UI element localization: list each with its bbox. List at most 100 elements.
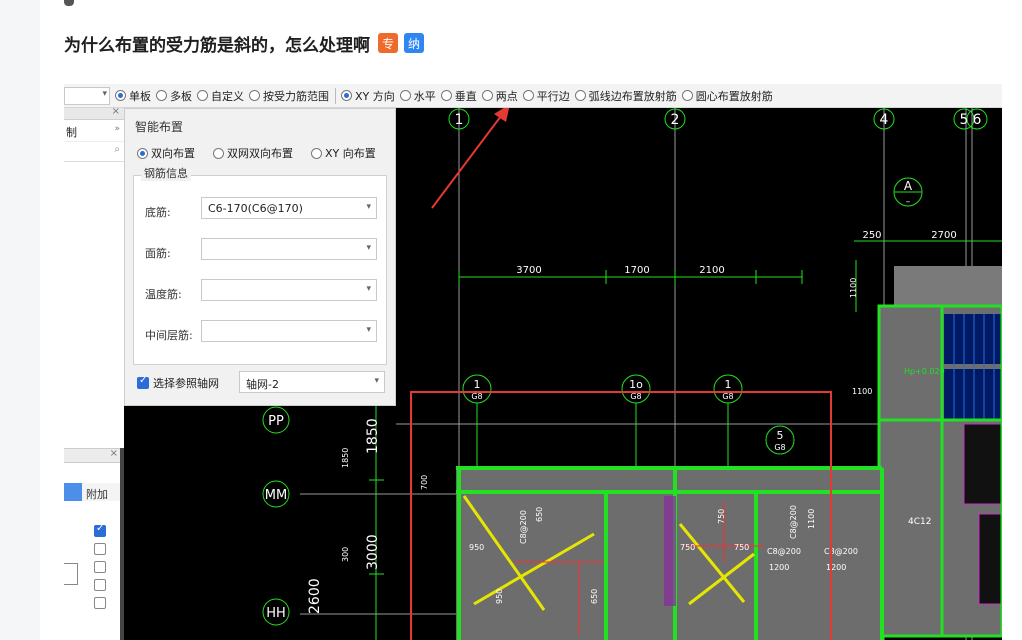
axis-bubble-label: 1 <box>474 378 481 391</box>
option-label: 两点 <box>495 89 518 103</box>
axis-label-top: 4 <box>880 112 889 128</box>
axis-bubble-sub: – <box>906 197 911 207</box>
axis-bubble-sub: G8 <box>774 443 785 452</box>
radio-icon <box>137 147 148 159</box>
attr-checkbox[interactable] <box>94 579 106 591</box>
mode-radio[interactable]: 双网双向布置 <box>213 145 293 161</box>
dimension-text: 1700 <box>624 265 649 276</box>
option-label: 按受力筋范围 <box>263 89 329 103</box>
option-radio[interactable]: 弧线边布置放射筋 <box>574 88 677 104</box>
rebar-label: 950 <box>469 543 484 552</box>
rebar-label: 650 <box>535 507 544 522</box>
small-dimension: 1100 <box>852 387 872 396</box>
axis-bubble-label: A <box>904 179 913 193</box>
radio-icon <box>522 90 534 101</box>
shaft <box>963 423 1002 505</box>
rebar-label: C8@200 <box>519 510 528 544</box>
checkbox-icon <box>137 375 149 389</box>
radio-icon <box>399 90 411 101</box>
bottom-rebar-select[interactable]: C6-170(C6@170) <box>201 197 377 219</box>
radio-icon <box>440 90 452 101</box>
dimension-text: 250 <box>862 230 881 241</box>
attribute-panel: × 附加 <box>64 448 120 640</box>
option-label: 垂直 <box>454 89 477 103</box>
question-title-row: 为什么布置的受力筋是斜的，怎么处理啊 专 纳 <box>64 30 424 56</box>
option-radio[interactable]: 水平 <box>399 88 436 104</box>
radio-icon <box>574 90 586 101</box>
option-radio[interactable]: XY 方向 <box>341 88 395 104</box>
axis-label-top: 6 <box>973 112 982 128</box>
panel-splitter[interactable] <box>120 448 124 640</box>
option-radio[interactable]: 按受力筋范围 <box>249 88 329 104</box>
option-label: 自定义 <box>211 89 244 103</box>
axis-label-top: 1 <box>455 112 464 128</box>
ref-axis-checkbox[interactable]: 选择参照轴网 <box>137 375 219 391</box>
option-radio[interactable]: 垂直 <box>440 88 477 104</box>
option-label: 圆心布置放射筋 <box>695 89 773 103</box>
expand-icon[interactable]: » <box>114 124 120 134</box>
attr-checkbox[interactable] <box>94 597 106 609</box>
axis-bubble-sub: G8 <box>471 392 482 401</box>
axis-label-left: HH <box>266 606 286 621</box>
question-title: 为什么布置的受力筋是斜的，怎么处理啊 <box>64 35 370 56</box>
middle-rebar-select[interactable] <box>201 320 377 342</box>
field-label: 温度筋: <box>145 288 182 301</box>
axis-label-left: PP <box>268 414 284 429</box>
rebar-label: 1200 <box>769 563 789 572</box>
option-radio[interactable]: 多板 <box>156 88 192 104</box>
mode-label: 双向布置 <box>151 147 195 160</box>
small-dimension: 1850 <box>341 448 350 468</box>
axis-bubble-label: 5 <box>777 429 784 442</box>
floor-select[interactable] <box>64 86 110 105</box>
tag-badge[interactable]: 纳 <box>404 33 424 53</box>
option-label: 平行边 <box>536 89 570 103</box>
left-panel-search[interactable]: ⌕ <box>64 142 124 162</box>
axis-label-left: MM <box>265 488 287 503</box>
rebar-label: 650 <box>590 589 599 604</box>
rebar-label: 750 <box>717 509 726 524</box>
tag-badge[interactable]: 专 <box>378 33 398 53</box>
panel-header: × <box>64 448 120 463</box>
radio-icon <box>311 147 322 159</box>
attr-checkbox[interactable] <box>94 561 106 573</box>
option-radio[interactable]: 自定义 <box>197 88 244 104</box>
rebar-label: C8@200 <box>767 547 801 556</box>
option-radio[interactable]: 圆心布置放射筋 <box>681 88 773 104</box>
top-marker <box>64 0 74 6</box>
axis-label-top: 2 <box>671 112 680 128</box>
axis-grid-select[interactable]: 轴网-2 <box>239 371 385 393</box>
close-icon[interactable]: × <box>110 448 118 459</box>
option-toolbar: 单板 多板 自定义 按受力筋范围 XY 方向 水平 垂直 两点 平行边 弧线边布… <box>64 84 1002 108</box>
dimension-text: 2100 <box>699 265 724 276</box>
radio-icon <box>481 90 493 101</box>
row-input[interactable] <box>64 563 78 585</box>
slab-region <box>894 266 1002 306</box>
attr-checkbox[interactable] <box>94 523 106 537</box>
axis-bubble-label: 1 <box>725 378 732 391</box>
rebar-label: 1200 <box>826 563 846 572</box>
temperature-rebar-select[interactable] <box>201 279 377 301</box>
left-panel-item[interactable]: 制 » <box>64 120 124 142</box>
top-rebar-select[interactable] <box>201 238 377 260</box>
option-radio[interactable]: 平行边 <box>522 88 570 104</box>
field-label: 中间层筋: <box>145 329 193 342</box>
mode-radio[interactable]: 双向布置 <box>137 145 195 161</box>
small-dimension: 1100 <box>849 278 858 298</box>
radio-icon <box>341 90 352 101</box>
dimension-text: 2700 <box>931 230 956 241</box>
checkbox-label: 选择参照轴网 <box>153 377 219 390</box>
search-icon[interactable]: ⌕ <box>114 144 120 155</box>
option-radio[interactable]: 两点 <box>481 88 518 104</box>
blue-room <box>944 314 1002 364</box>
small-dimension: 300 <box>341 547 350 562</box>
option-radio[interactable]: 单板 <box>115 88 151 104</box>
axis-bubble-label: 1o <box>629 378 643 391</box>
toolbar-divider <box>335 87 336 104</box>
small-dimension: 700 <box>420 475 429 490</box>
rebar-label: C8@200 <box>824 547 858 556</box>
radio-icon <box>681 90 693 101</box>
mode-radio[interactable]: XY 向布置 <box>311 145 376 161</box>
radio-icon <box>213 147 224 159</box>
attr-checkbox[interactable] <box>94 543 106 555</box>
close-icon[interactable]: × <box>112 106 120 117</box>
